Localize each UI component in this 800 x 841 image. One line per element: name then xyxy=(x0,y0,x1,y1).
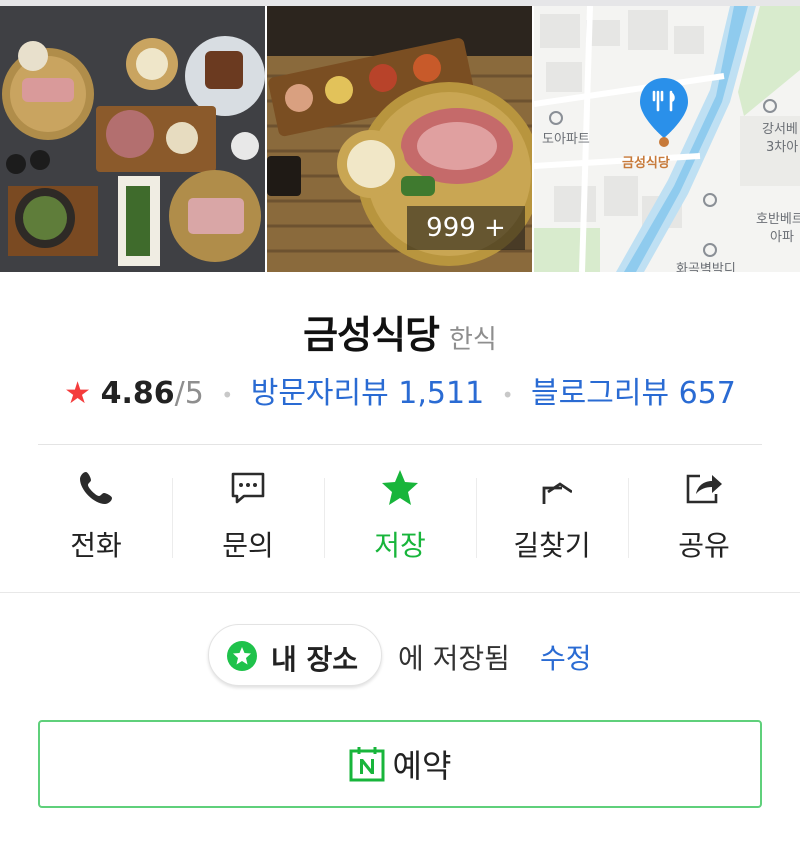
photo-gallery: 999 + 도아파트 금성식당 강서베 3차아 호반베르 아파 화곡벽박디 xyxy=(0,0,800,272)
rating-review-row: ★ 4.86/5 • 방문자리뷰 1,511 • 블로그리뷰 657 xyxy=(0,368,800,412)
place-header: 금성식당 한식 xyxy=(0,304,800,359)
my-places-label: 내 장소 xyxy=(271,643,359,676)
rating-value: 4.86 xyxy=(100,376,175,411)
call-button[interactable]: 전화 xyxy=(20,468,172,568)
place-name: 금성식당 xyxy=(303,313,440,357)
map-label-right-top-2: 3차아 xyxy=(766,140,799,155)
rating-max: /5 xyxy=(174,376,204,411)
map-label-bottom: 화곡벽박디 xyxy=(676,262,736,272)
save-label: 저장 xyxy=(374,529,426,562)
section-divider xyxy=(0,592,800,593)
map-pin-label: 금성식당 xyxy=(622,156,670,171)
location-map[interactable]: 도아파트 금성식당 강서베 3차아 호반베르 아파 화곡벽박디 xyxy=(534,6,800,272)
inquiry-button[interactable]: 문의 xyxy=(172,468,324,568)
action-bar: 전화 문의 저장 길찾기 공유 xyxy=(20,468,780,568)
save-button[interactable]: 저장 xyxy=(324,468,476,568)
separator-dot: • xyxy=(221,382,234,407)
blog-reviews-link[interactable]: 블로그리뷰 657 xyxy=(531,376,736,411)
reservation-button[interactable]: 예약 xyxy=(38,720,762,808)
more-photos-count[interactable]: 999 + xyxy=(407,206,525,250)
visitor-reviews-link[interactable]: 방문자리뷰 1,511 xyxy=(251,376,484,411)
inquiry-label: 문의 xyxy=(222,529,274,562)
map-label-right-top: 강서베 xyxy=(762,122,798,137)
directions-icon xyxy=(542,482,572,504)
saved-status-row: 내 장소 에 저장됨 수정 xyxy=(0,624,800,688)
food-photo-1[interactable] xyxy=(0,6,265,272)
my-places-chip[interactable]: 내 장소 xyxy=(208,624,382,686)
share-icon xyxy=(686,474,722,504)
separator-dot: • xyxy=(501,382,514,407)
map-label-right-mid: 호반베르 xyxy=(756,212,800,227)
divider xyxy=(38,444,762,445)
reservation-label: 예약 xyxy=(392,747,452,785)
call-label: 전화 xyxy=(70,529,122,562)
edit-link[interactable]: 수정 xyxy=(540,637,592,677)
chat-icon xyxy=(231,472,265,504)
share-label: 공유 xyxy=(678,529,730,562)
star-icon xyxy=(382,470,418,505)
naver-booking-icon xyxy=(349,747,385,782)
map-label-right-mid-2: 아파 xyxy=(770,230,794,245)
saved-star-icon xyxy=(227,641,257,671)
directions-label: 길찾기 xyxy=(513,529,591,562)
map-label-apartment: 도아파트 xyxy=(542,132,590,147)
share-button[interactable]: 공유 xyxy=(628,468,780,568)
rating-star-icon: ★ xyxy=(64,376,92,411)
food-photo-2[interactable]: 999 + xyxy=(267,6,532,272)
phone-icon xyxy=(80,472,112,504)
place-category: 한식 xyxy=(449,325,497,355)
directions-button[interactable]: 길찾기 xyxy=(476,468,628,568)
reservation-content: 예약 xyxy=(40,722,760,806)
saved-text: 에 저장됨 xyxy=(398,642,510,675)
